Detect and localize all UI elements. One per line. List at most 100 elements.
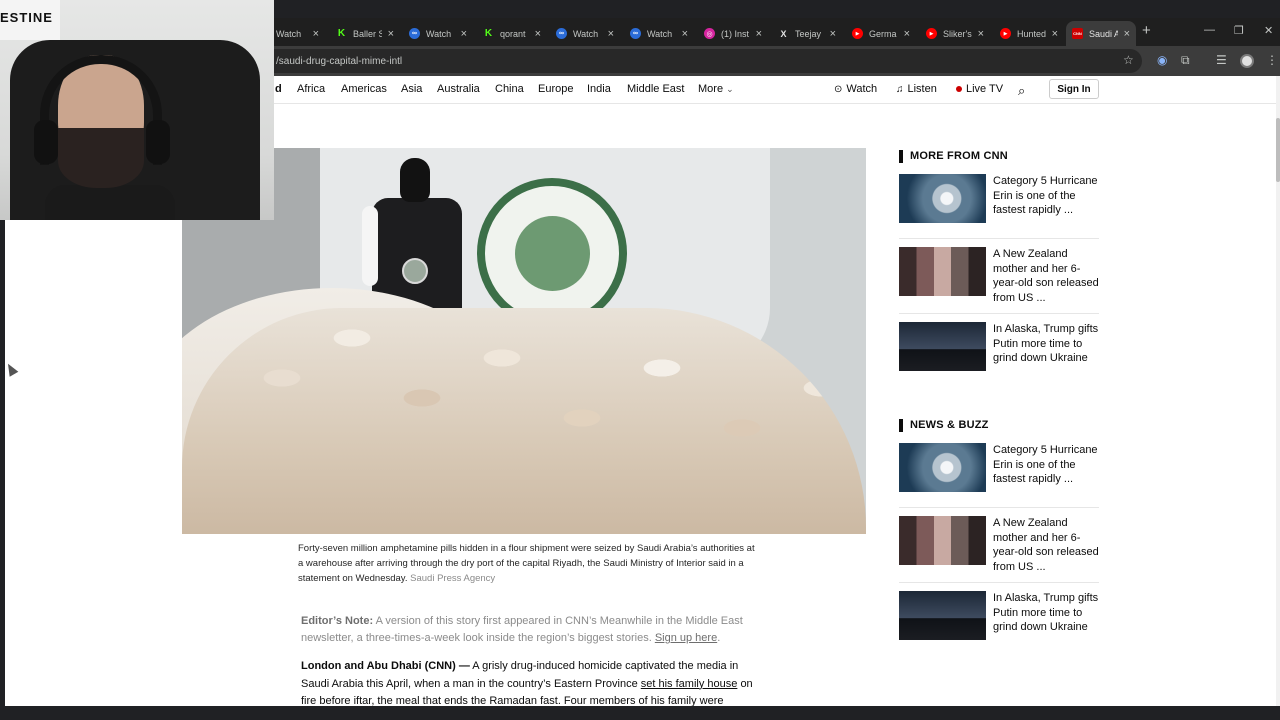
menu-kebab-icon[interactable]: ⋮ (1266, 53, 1278, 67)
close-tab-icon[interactable]: × (608, 28, 614, 40)
bookmark-star-icon[interactable]: ☆ (1123, 53, 1134, 67)
url-text: /saudi-drug-capital-mime-intl (276, 55, 403, 67)
live-dot-icon (956, 86, 962, 92)
sign-up-link[interactable]: Sign up here (655, 632, 717, 644)
close-tab-icon[interactable]: × (313, 28, 319, 40)
sign-in-button[interactable]: Sign In (1049, 79, 1099, 99)
new-tab-icon[interactable]: + (1142, 22, 1151, 39)
reading-list-icon[interactable]: ☰ (1216, 53, 1227, 67)
close-tab-icon[interactable]: × (388, 28, 394, 40)
browser-tab[interactable]: ▶ Germa × (846, 21, 916, 46)
sidebar-story[interactable]: Category 5 Hurricane Erin is one of the … (899, 174, 1099, 240)
sidebar-story[interactable]: In Alaska, Trump gifts Putin more time t… (899, 322, 1099, 388)
story-thumbnail[interactable] (899, 516, 986, 565)
nav-item-middle-east[interactable]: Middle East (627, 83, 684, 95)
watch-site-icon: ∞ (630, 28, 641, 39)
play-circle-icon: ⊙ (834, 83, 843, 95)
sidebar-story[interactable]: Category 5 Hurricane Erin is one of the … (899, 443, 1099, 509)
nav-item-china[interactable]: China (495, 83, 524, 95)
headset (40, 55, 162, 165)
browser-tab[interactable]: ◎ (1) Inst × (698, 21, 768, 46)
nav-item-americas[interactable]: Americas (341, 83, 387, 95)
pill-bags-pile (182, 308, 866, 534)
youtube-icon: ▶ (852, 28, 863, 39)
close-tab-icon[interactable]: × (1052, 28, 1058, 40)
media-icon[interactable]: ◉ (1157, 53, 1167, 67)
close-tab-icon[interactable]: × (756, 28, 762, 40)
sidebar-story[interactable]: A New Zealand mother and her 6-year-old … (899, 247, 1099, 313)
headphones-icon: ♫ (896, 83, 904, 95)
browser-tab[interactable]: K Baller S × (330, 21, 400, 46)
emblem-graphic (477, 178, 627, 328)
wall-banner: ESTINE (0, 0, 60, 40)
story-thumbnail[interactable] (899, 247, 986, 296)
image-credit: Saudi Press Agency (410, 573, 496, 584)
extensions-icon[interactable]: ⧉ (1181, 53, 1190, 68)
nav-item-india[interactable]: India (587, 83, 611, 95)
news-and-buzz-heading: NEWS & BUZZ (899, 419, 989, 432)
profile-avatar[interactable] (1240, 54, 1254, 68)
edition-label[interactable]: d (275, 83, 282, 95)
browser-tab[interactable]: Kqorant × (477, 21, 547, 46)
nav-item-more[interactable]: More ⌄ (698, 83, 734, 95)
restore-icon[interactable]: ❐ (1234, 24, 1244, 37)
search-icon[interactable]: ⌕ (1018, 83, 1025, 99)
nav-item-africa[interactable]: Africa (297, 83, 325, 95)
browser-tab[interactable]: ∞ Watch × (624, 21, 694, 46)
story-headline[interactable]: A New Zealand mother and her 6-year-old … (993, 516, 1101, 574)
x-icon: X (780, 28, 787, 39)
close-tab-icon[interactable]: × (830, 28, 836, 40)
browser-tab[interactable]: X Teejay × (772, 21, 842, 46)
kick-icon: K (337, 28, 346, 39)
close-window-icon[interactable]: ✕ (1264, 24, 1273, 37)
more-from-cnn-heading: MORE FROM CNN (899, 150, 1008, 163)
cnn-icon: CNN (1072, 28, 1083, 39)
instagram-icon: ◎ (704, 28, 715, 39)
sidebar-story[interactable]: In Alaska, Trump gifts Putin more time t… (899, 591, 1099, 657)
dateline: London and Abu Dhabi (CNN) — (301, 660, 470, 672)
close-tab-icon[interactable]: × (978, 28, 984, 40)
story-thumbnail[interactable] (899, 174, 986, 223)
story-headline[interactable]: Category 5 Hurricane Erin is one of the … (993, 443, 1101, 487)
story-thumbnail[interactable] (899, 443, 986, 492)
minimize-icon[interactable]: — (1204, 24, 1215, 36)
close-tab-icon[interactable]: × (904, 28, 910, 40)
story-headline[interactable]: In Alaska, Trump gifts Putin more time t… (993, 591, 1101, 635)
chevron-down-icon: ⌄ (726, 84, 734, 94)
watch-link[interactable]: ⊙ Watch (834, 83, 877, 95)
close-tab-icon[interactable]: × (682, 28, 688, 40)
hero-image (182, 148, 866, 534)
watch-site-icon: ∞ (409, 28, 420, 39)
close-tab-icon[interactable]: × (1124, 28, 1130, 40)
story-headline[interactable]: Category 5 Hurricane Erin is one of the … (993, 174, 1101, 218)
story-headline[interactable]: In Alaska, Trump gifts Putin more time t… (993, 322, 1101, 366)
story-headline[interactable]: A New Zealand mother and her 6-year-old … (993, 247, 1101, 305)
browser-tab-active[interactable]: CNN Saudi A × (1066, 21, 1136, 46)
scrollbar-thumb[interactable] (1276, 118, 1280, 182)
listen-link[interactable]: ♫ Listen (896, 83, 937, 95)
live-tv-link[interactable]: Live TV (956, 83, 1003, 95)
webcam-overlay: ESTINE (0, 0, 274, 220)
youtube-icon: ▶ (1000, 28, 1011, 39)
story-thumbnail[interactable] (899, 591, 986, 640)
nav-item-europe[interactable]: Europe (538, 83, 573, 95)
kick-icon: K (484, 28, 493, 39)
image-caption: Forty-seven million amphetamine pills hi… (298, 543, 755, 584)
nav-item-australia[interactable]: Australia (437, 83, 480, 95)
address-bar[interactable]: /saudi-drug-capital-mime-intl (262, 49, 1142, 73)
browser-tab[interactable]: ▶ Sliker's × (920, 21, 990, 46)
article-body: London and Abu Dhabi (CNN) — A grisly dr… (301, 660, 753, 706)
browser-tab[interactable]: ∞ Watch × (403, 21, 473, 46)
close-tab-icon[interactable]: × (461, 28, 467, 40)
browser-tab[interactable]: ▶ Hunted × (994, 21, 1064, 46)
editors-note: Editor’s Note: A version of this story f… (301, 615, 743, 644)
story-thumbnail[interactable] (899, 322, 986, 371)
sidebar-story[interactable]: A New Zealand mother and her 6-year-old … (899, 516, 1099, 582)
browser-tab[interactable]: Watch × (270, 21, 325, 46)
article-link[interactable]: set his family house (641, 678, 738, 690)
close-tab-icon[interactable]: × (535, 28, 541, 40)
nav-item-asia[interactable]: Asia (401, 83, 422, 95)
youtube-icon: ▶ (926, 28, 937, 39)
watch-site-icon: ∞ (556, 28, 567, 39)
browser-tab[interactable]: ∞ Watch × (550, 21, 620, 46)
